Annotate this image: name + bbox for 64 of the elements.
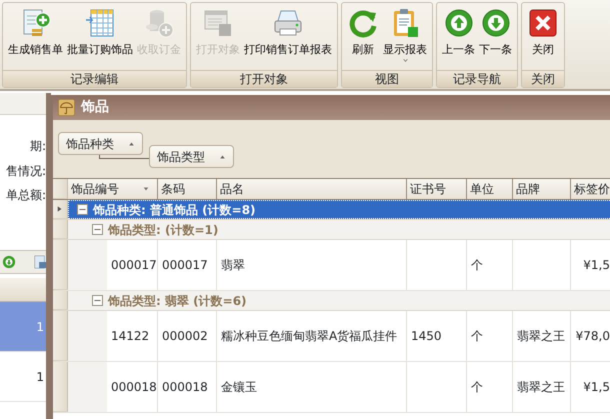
- ribbon-button[interactable]: 批量订购饰品: [65, 3, 135, 70]
- table-cell: 1450: [407, 311, 467, 361]
- ribbon-button[interactable]: 上一条: [440, 3, 477, 70]
- group-label: 打开对象: [191, 70, 337, 87]
- table-cell: 个: [467, 240, 513, 290]
- ribbon-button[interactable]: 刷新: [345, 3, 381, 70]
- column-header[interactable]: 品牌: [513, 179, 571, 199]
- table-cell: ¥1,5: [571, 362, 610, 412]
- table-cell: 翡翠: [217, 240, 407, 290]
- group-chip[interactable]: 饰品种类: [58, 132, 143, 155]
- column-header[interactable]: 单位: [467, 179, 513, 199]
- table-cell: 个: [467, 362, 513, 412]
- ribbon-button[interactable]: 显示报表: [381, 3, 429, 70]
- spreadsheet-icon: [84, 7, 116, 39]
- collapse-toggle[interactable]: [92, 295, 103, 306]
- ribbon-button[interactable]: 下一条: [477, 3, 514, 70]
- ribbon-button[interactable]: 关闭: [525, 3, 561, 70]
- table-cell: ¥78,0: [571, 311, 610, 361]
- column-header[interactable]: 品名: [217, 179, 407, 199]
- table-cell: 个: [467, 311, 513, 361]
- group-label: 记录导航: [437, 70, 517, 87]
- indent-area: [68, 362, 107, 412]
- column-header[interactable]: 证书号: [407, 179, 467, 199]
- group-row[interactable]: 饰品类型: 翡翠 (计数=6): [88, 291, 610, 310]
- form-label: 单总额:: [4, 187, 47, 204]
- ribbon-button[interactable]: 打印销售订单报表: [242, 3, 334, 70]
- umbrella-icon: [58, 99, 75, 116]
- table-cell: 000002: [158, 311, 217, 361]
- table-cell: 000017: [107, 240, 158, 290]
- group-label: 记录编辑: [3, 70, 186, 87]
- group-label: 关闭: [522, 70, 564, 87]
- minus-icon: [94, 297, 101, 304]
- group-label: 饰品类型: (计数=1): [108, 222, 218, 238]
- close-icon: [527, 7, 559, 39]
- group-label: 视图: [342, 70, 432, 87]
- table-cell: 金镶玉: [217, 362, 407, 412]
- table-cell: 000018: [158, 362, 217, 412]
- group-label: 饰品类型: 翡翠 (计数=6): [108, 292, 247, 310]
- form-label: 期:: [28, 138, 47, 155]
- group-label: 饰品种类: 普通饰品 (计数=8): [93, 202, 256, 218]
- minus-icon: [94, 226, 101, 233]
- table-cell: 翡翠之王: [513, 311, 571, 361]
- ribbon-button[interactable]: 生成销售单: [6, 3, 65, 70]
- group-row[interactable]: 饰品类型: (计数=1): [88, 220, 610, 239]
- table-cell: 糯冰种豆色缅甸翡翠A货福瓜挂件: [217, 311, 407, 361]
- table-cell: 14122: [107, 311, 158, 361]
- column-header[interactable]: 标签价: [571, 179, 610, 199]
- table-cell: 翡翠之王: [513, 362, 571, 412]
- window-title: 饰品: [81, 98, 109, 117]
- column-header[interactable]: 条码: [158, 179, 217, 199]
- coin-stack-icon: [143, 7, 175, 39]
- column-header[interactable]: 饰品编号: [68, 179, 158, 199]
- group-row[interactable]: 饰品种类: 普通饰品 (计数=8): [68, 200, 610, 219]
- row-indicator: [53, 362, 68, 412]
- table-cell: 000017: [158, 240, 217, 290]
- caret-icon: [402, 58, 408, 62]
- collapse-toggle[interactable]: [92, 224, 103, 235]
- table-cell: ¥1,5: [571, 240, 610, 290]
- group-chip[interactable]: 饰品类型: [149, 145, 234, 168]
- minus-icon: [79, 206, 86, 213]
- collapse-toggle[interactable]: [77, 204, 88, 215]
- table-cell: 000018: [107, 362, 158, 412]
- document-icon: [33, 254, 47, 270]
- form-label: 售情况:: [4, 162, 47, 180]
